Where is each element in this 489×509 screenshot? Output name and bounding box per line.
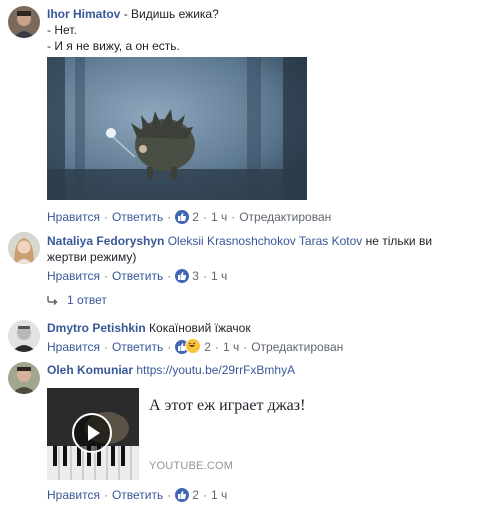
reply-link[interactable]: Ответить: [112, 210, 163, 224]
comment-author[interactable]: Nataliya Fedoryshyn: [47, 234, 164, 248]
comment-text: не тільки ви: [362, 234, 433, 248]
view-replies-link[interactable]: 1 ответ: [47, 292, 107, 308]
comment-author[interactable]: Dmytro Petishkin: [47, 321, 146, 335]
like-link[interactable]: Нравится: [47, 340, 100, 354]
comment-actions: Нравится · Ответить · 2 · 1 ч · Отредактирован: [47, 210, 332, 224]
edited-label[interactable]: Отредактирован: [251, 340, 343, 354]
comment-text: Кокаїновий їжачок: [149, 321, 251, 335]
replies-count-label[interactable]: 1 ответ: [67, 293, 107, 307]
reply-link[interactable]: Ответить: [112, 488, 163, 502]
timestamp[interactable]: 1 ч: [223, 340, 239, 354]
like-icon[interactable]: [175, 210, 190, 224]
like-icon[interactable]: [175, 488, 190, 502]
preview-source: YOUTUBE.COM: [149, 460, 234, 472]
avatar[interactable]: [8, 6, 40, 38]
comment-text-line: - Нет.: [47, 23, 77, 37]
comment-actions: Нравится · Ответить · 2 · 1 ч · Отредактирован: [47, 338, 344, 354]
avatar[interactable]: [8, 362, 40, 394]
reaction-count[interactable]: 2: [204, 340, 211, 354]
comment-author[interactable]: Ihor Himatov: [47, 7, 120, 21]
reaction-count[interactable]: 2: [192, 488, 199, 502]
reply-link[interactable]: Ответить: [112, 340, 163, 354]
comment-actions: Нравится · Ответить · 3 · 1 ч: [47, 269, 228, 283]
comment-author[interactable]: Oleh Komuniar: [47, 363, 133, 377]
comment-text-line: жертви режиму): [47, 250, 137, 264]
timestamp[interactable]: 1 ч: [211, 488, 227, 502]
shared-link[interactable]: https://youtu.be/29rrFxBmhyA: [136, 363, 295, 377]
reaction-count[interactable]: 2: [192, 210, 199, 224]
comment-text-line: - Видишь ежика?: [123, 7, 219, 21]
edited-label[interactable]: Отредактирован: [239, 210, 331, 224]
comment-text-line: - И я не вижу, а он есть.: [47, 39, 180, 53]
comment-actions: Нравится · Ответить · 2 · 1 ч: [47, 488, 228, 502]
avatar[interactable]: [8, 232, 40, 264]
haha-reaction-icon[interactable]: [185, 338, 202, 354]
play-icon[interactable]: [72, 413, 112, 453]
link-preview-card[interactable]: А этот еж играет джаз! YOUTUBE.COM: [47, 388, 305, 480]
mention[interactable]: Oleksii Krasnoshchokov: [168, 234, 296, 248]
timestamp[interactable]: 1 ч: [211, 210, 227, 224]
mention[interactable]: Taras Kotov: [299, 234, 362, 248]
like-link[interactable]: Нравится: [47, 269, 100, 283]
reply-arrow-icon: [47, 296, 58, 306]
like-link[interactable]: Нравится: [47, 488, 100, 502]
like-link[interactable]: Нравится: [47, 210, 100, 224]
reply-link[interactable]: Ответить: [112, 269, 163, 283]
reaction-count[interactable]: 3: [192, 269, 199, 283]
preview-title[interactable]: А этот еж играет джаз!: [149, 396, 349, 416]
avatar[interactable]: [8, 320, 40, 352]
timestamp[interactable]: 1 ч: [211, 269, 227, 283]
attached-image-hedgehog[interactable]: [47, 57, 307, 200]
video-thumbnail[interactable]: [47, 388, 139, 480]
like-icon[interactable]: [175, 269, 190, 283]
